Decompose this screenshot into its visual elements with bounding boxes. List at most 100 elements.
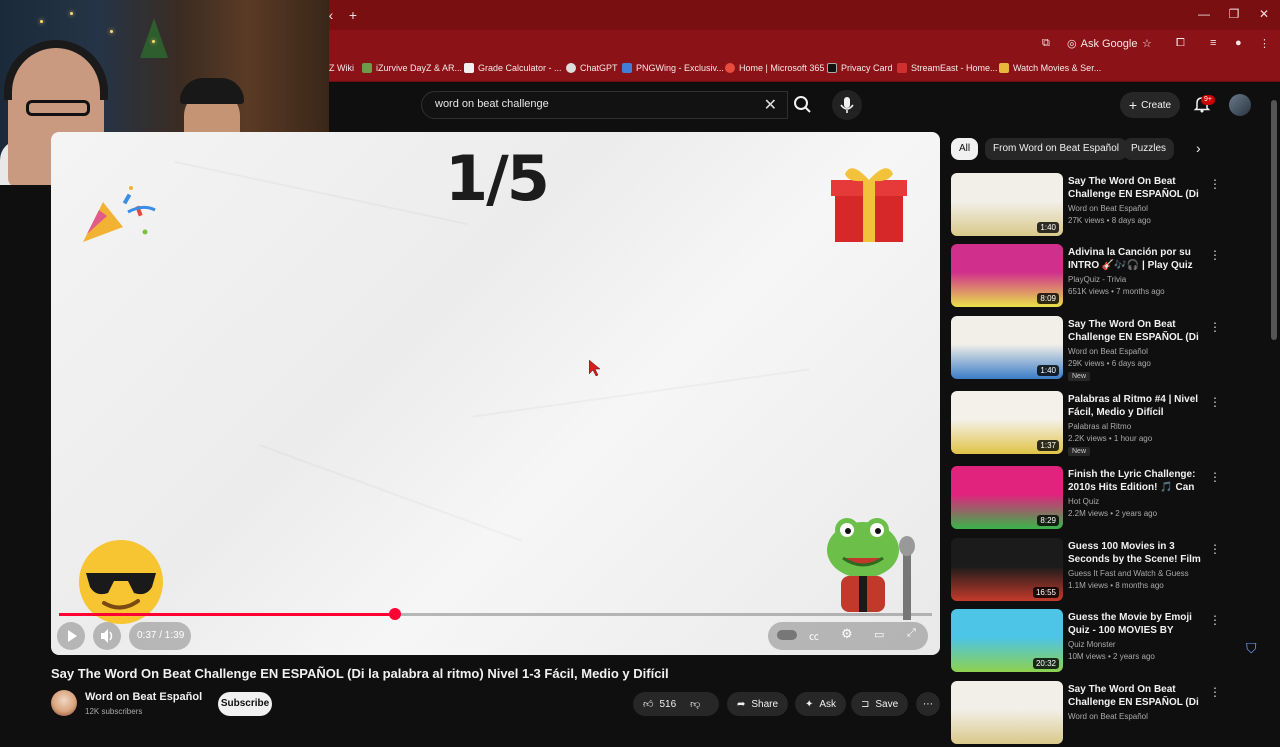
bookmark-item[interactable]: PNGWing - Exclusiv...	[622, 63, 724, 73]
bookmark-item[interactable]: StreamEast - Home...	[897, 63, 998, 73]
more-options-icon[interactable]: ⋮	[1209, 542, 1221, 558]
settings-gear-icon[interactable]: ⚙	[841, 626, 853, 642]
video-thumbnail[interactable]: 8:09	[951, 244, 1063, 307]
recommended-video[interactable]: 1:40 Say The Word On Beat Challenge EN ES…	[951, 173, 1221, 239]
video-title[interactable]: Guess 100 Movies in 3 Seconds by the Sce…	[1068, 540, 1206, 566]
channel-name[interactable]: Word on Beat Español	[85, 691, 202, 703]
create-button[interactable]: + Create	[1120, 92, 1180, 118]
close-window-icon[interactable]: ✕	[1254, 7, 1274, 21]
volume-button[interactable]	[93, 622, 121, 650]
video-thumbnail[interactable]: 8:29	[951, 466, 1063, 529]
autoplay-toggle[interactable]	[777, 630, 797, 640]
video-meta: 27K views • 8 days ago	[1068, 216, 1151, 225]
save-button[interactable]: ⊐ Save	[851, 692, 909, 716]
bookmark-favicon-icon	[827, 63, 837, 73]
subscribe-button[interactable]: Subscribe	[218, 692, 272, 716]
chip-puzzles[interactable]: Puzzles	[1123, 138, 1175, 160]
chip-from-channel[interactable]: From Word on Beat Español	[985, 138, 1127, 160]
extensions-icon[interactable]: ⧠	[1176, 37, 1185, 50]
video-title[interactable]: Finish the Lyric Challenge: 2010s Hits E…	[1068, 468, 1206, 494]
recommended-video[interactable]: 1:37 Palabras al Ritmo #4 | Nivel Fácil, …	[951, 391, 1221, 457]
more-options-icon[interactable]: ⋮	[1209, 470, 1221, 486]
recommended-video[interactable]: 8:09 Adivina la Canción por su INTRO 🎸🎶🎧 …	[951, 244, 1221, 310]
more-options-icon[interactable]: ⋮	[1209, 177, 1221, 193]
bookmark-item[interactable]: ChatGPT	[566, 63, 618, 73]
progress-scrubber[interactable]	[389, 608, 402, 620]
video-duration: 1:40	[1037, 365, 1059, 376]
video-title[interactable]: Palabras al Ritmo #4 | Nivel Fácil, Medi…	[1068, 393, 1206, 419]
recommended-video[interactable]: 1:40 Say The Word On Beat Challenge EN ES…	[951, 316, 1221, 382]
channel-name: Palabras al Ritmo	[1068, 422, 1132, 431]
shield-icon[interactable]: ⛉	[1246, 640, 1264, 658]
profile-icon[interactable]: ●	[1235, 37, 1242, 49]
video-thumbnail[interactable]: 1:37	[951, 391, 1063, 454]
bookmark-item[interactable]: Grade Calculator - ...	[464, 63, 562, 73]
progress-fill	[59, 613, 396, 616]
play-button[interactable]	[57, 622, 85, 650]
miniplayer-icon[interactable]: ▭	[874, 628, 884, 641]
search-input[interactable]: word on beat challenge ✕	[421, 91, 788, 119]
like-button[interactable]: 👍︎ 516	[643, 698, 677, 711]
captions-icon[interactable]: ㏄	[809, 628, 819, 643]
more-horizontal-icon: ⋯	[923, 698, 933, 710]
dislike-button[interactable]: 👎︎	[690, 698, 700, 710]
bookmark-item[interactable]: Home | Microsoft 365	[725, 63, 824, 73]
video-thumbnail[interactable]: 1:40	[951, 173, 1063, 236]
chips-next-icon[interactable]: ›	[1196, 140, 1201, 156]
account-avatar[interactable]	[1229, 94, 1251, 116]
media-controls-icon[interactable]: ≡	[1210, 37, 1216, 49]
bookmark-item[interactable]: iZurvive DayZ & AR...	[362, 63, 462, 73]
glasses-image	[26, 100, 90, 116]
video-title[interactable]: Guess the Movie by Emoji Quiz - 100 MOVI…	[1068, 611, 1206, 637]
recommended-video[interactable]: 8:29 Finish the Lyric Challenge: 2010s Hi…	[951, 466, 1221, 532]
voice-search-button[interactable]	[832, 90, 862, 120]
restore-icon[interactable]: ❐	[1224, 7, 1244, 21]
ask-button[interactable]: ✦ Ask	[795, 692, 847, 716]
video-duration: 8:29	[1037, 515, 1059, 526]
share-label: Share	[751, 698, 779, 710]
more-options-icon[interactable]: ⋮	[1209, 320, 1221, 336]
more-options-icon[interactable]: ⋮	[1209, 395, 1221, 411]
more-options-icon[interactable]: ⋮	[1209, 248, 1221, 264]
bookmark-item[interactable]: Privacy Card	[827, 63, 893, 73]
ask-label: Ask	[819, 698, 837, 710]
browser-menu-icon[interactable]: ⋮	[1259, 37, 1270, 50]
recommended-video[interactable]: 20:32 Guess the Movie by Emoji Quiz - 100…	[951, 609, 1221, 675]
bookmark-label: Grade Calculator - ...	[478, 63, 562, 73]
page-scrollbar[interactable]	[1271, 100, 1277, 340]
ask-google-button[interactable]: ◎ Ask Google	[1067, 37, 1137, 51]
channel-name: Word on Beat Español	[1068, 204, 1148, 213]
minimize-icon[interactable]: —	[1194, 7, 1214, 21]
video-thumbnail[interactable]: 16:55	[951, 538, 1063, 601]
video-title[interactable]: Say The Word On Beat Challenge EN ESPAÑO…	[1068, 175, 1206, 201]
progress-bar[interactable]	[59, 608, 932, 620]
chip-all[interactable]: All	[951, 138, 979, 160]
channel-avatar[interactable]	[51, 690, 77, 716]
sparkle-icon: ✦	[805, 698, 814, 710]
video-thumbnail[interactable]: 1:40	[951, 316, 1063, 379]
video-thumbnail[interactable]: 20:32	[951, 609, 1063, 672]
video-title[interactable]: Say The Word On Beat Challenge EN ESPAÑO…	[1068, 318, 1206, 344]
channel-name: Hot Quiz	[1068, 497, 1100, 506]
more-actions-button[interactable]: ⋯	[916, 692, 940, 716]
video-title[interactable]: Say The Word On Beat Challenge EN ESPAÑO…	[1068, 683, 1206, 709]
video-title[interactable]: Adivina la Canción por su INTRO 🎸🎶🎧 | Pl…	[1068, 246, 1206, 272]
bookmark-item[interactable]: Z Wiki	[329, 63, 354, 73]
video-player[interactable]: 1/5 0:37 / 1:39 ㏄ ⚙ ▭ ⤢	[51, 132, 940, 655]
bookmark-star-icon[interactable]: ☆	[1142, 37, 1152, 50]
recommended-video[interactable]: 16:55 Guess 100 Movies in 3 Seconds by th…	[951, 538, 1221, 604]
bookmark-favicon-icon	[897, 63, 907, 73]
share-button[interactable]: ➦ Share	[727, 692, 789, 716]
video-thumbnail[interactable]	[951, 681, 1063, 744]
install-app-icon[interactable]: ⧉	[1042, 37, 1050, 50]
new-tab-button[interactable]: +	[344, 6, 362, 24]
more-options-icon[interactable]: ⋮	[1209, 613, 1221, 629]
like-count: 516	[659, 698, 677, 710]
search-button[interactable]	[788, 91, 818, 119]
bookmark-favicon-icon	[464, 63, 474, 73]
clear-search-icon[interactable]: ✕	[764, 95, 777, 115]
bookmark-item[interactable]: Watch Movies & Ser...	[999, 63, 1101, 73]
more-options-icon[interactable]: ⋮	[1209, 685, 1221, 701]
recommended-video[interactable]: Say The Word On Beat Challenge EN ESPAÑO…	[951, 681, 1221, 747]
fullscreen-icon[interactable]: ⤢	[907, 627, 916, 640]
